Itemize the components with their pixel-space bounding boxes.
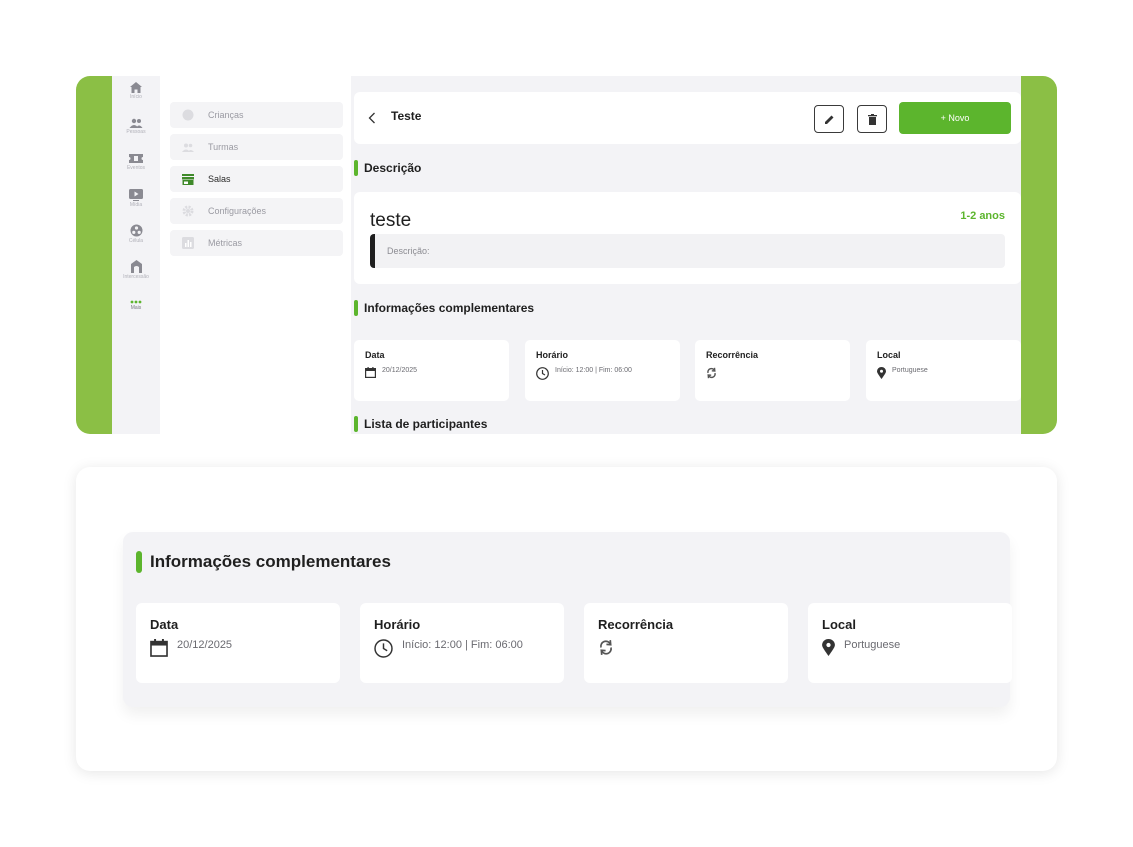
section-title-text: Lista de participantes — [364, 417, 488, 431]
edit-button[interactable] — [814, 105, 844, 133]
section-title-text: Informações complementares — [150, 552, 391, 571]
subnav-label: Métricas — [208, 238, 243, 248]
description-card: teste 1-2 anos Descrição: — [354, 192, 1021, 284]
rail-label: Eventos — [126, 165, 146, 171]
clock-icon — [536, 367, 549, 380]
zoom-card-time: Horário Início: 12:00 | Fim: 06:00 — [360, 603, 564, 683]
section-accent-bar — [136, 551, 142, 573]
rail-item-pessoas[interactable]: Pessoas — [112, 118, 160, 135]
info-card-label: Data — [365, 350, 385, 360]
trash-icon — [867, 113, 877, 125]
rail-item-inicio[interactable]: Início — [112, 82, 160, 100]
subnav-item-configuracoes[interactable]: Configurações — [170, 198, 343, 224]
info-card-value: Início: 12:00 | Fim: 06:00 — [402, 639, 523, 651]
section-title-text: Descrição — [364, 161, 422, 175]
chevron-left-icon[interactable] — [368, 111, 376, 129]
people-icon — [129, 118, 143, 128]
subnav-item-turmas[interactable]: Turmas — [170, 134, 343, 160]
subnav-item-salas[interactable]: Salas — [170, 166, 343, 192]
page-header: Teste + Novo — [354, 92, 1021, 144]
new-button[interactable]: + Novo — [899, 102, 1011, 134]
rail-label: Mais — [130, 305, 142, 311]
section-title-text: Informações complementares — [364, 301, 535, 315]
info-card-location: Local Portuguese — [866, 340, 1021, 401]
info-card-label: Recorrência — [706, 350, 759, 360]
icon-rail: Início Pessoas Eventos Mídia Célula Inte… — [112, 76, 160, 434]
cell-icon — [130, 224, 142, 237]
subnav-label: Salas — [208, 174, 231, 184]
child-icon — [182, 109, 194, 121]
zoom-panel: Informações complementares Data 20/12/20… — [123, 532, 1012, 707]
info-card-label: Horário — [374, 617, 421, 632]
location-pin-icon — [877, 367, 886, 379]
section-title-participants: Lista de participantes — [354, 416, 487, 432]
section-title-info: Informações complementares — [354, 300, 534, 316]
intercession-icon — [130, 260, 142, 273]
subnav-item-criancas[interactable]: Crianças — [170, 102, 343, 128]
delete-button[interactable] — [857, 105, 887, 133]
info-card-date: Data 20/12/2025 — [354, 340, 509, 401]
age-range: 1-2 anos — [960, 210, 1005, 222]
gear-icon — [182, 205, 194, 217]
calendar-icon — [150, 639, 168, 657]
description-placeholder: Descrição: — [387, 246, 430, 256]
group-icon — [182, 141, 194, 153]
rail-item-eventos[interactable]: Eventos — [112, 153, 160, 171]
more-icon — [130, 300, 142, 304]
section-accent-bar — [354, 416, 358, 432]
info-card-label: Recorrência — [598, 617, 674, 632]
sub-navigation: Crianças Turmas Salas Configurações Métr… — [160, 76, 351, 434]
rail-label: Início — [130, 94, 142, 100]
subnav-label: Crianças — [208, 110, 244, 120]
rail-label: Pessoas — [126, 129, 146, 135]
info-card-label: Data — [150, 617, 179, 632]
info-card-label: Horário — [536, 350, 569, 360]
store-icon — [182, 173, 194, 185]
clock-icon — [374, 639, 393, 658]
zoom-card-recurrence: Recorrência — [584, 603, 788, 683]
chart-icon — [182, 237, 194, 249]
info-card-time: Horário Início: 12:00 | Fim: 06:00 — [525, 340, 680, 401]
subnav-label: Configurações — [208, 206, 267, 216]
zoom-card-location: Local Portuguese — [808, 603, 1012, 683]
main-content: Teste + Novo Descrição teste 1-2 anos De… — [354, 76, 1021, 434]
calendar-icon — [365, 367, 376, 378]
location-pin-icon — [822, 639, 835, 656]
rail-item-mais[interactable]: Mais — [112, 300, 160, 311]
section-title-description: Descrição — [354, 160, 421, 176]
zoom-card-date: Data 20/12/2025 — [136, 603, 340, 683]
info-card-label: Local — [822, 617, 856, 632]
home-icon — [130, 82, 142, 93]
media-icon — [129, 189, 143, 201]
rail-item-celula[interactable]: Célula — [112, 224, 160, 244]
page-title: Teste — [391, 109, 422, 123]
app-window: Início Pessoas Eventos Mídia Célula Inte… — [112, 76, 1021, 434]
info-card-value: Início: 12:00 | Fim: 06:00 — [555, 367, 632, 374]
rail-label: Intercessão — [123, 274, 149, 280]
zoom-section-title: Informações complementares — [136, 551, 391, 573]
rail-item-midia[interactable]: Mídia — [112, 189, 160, 208]
repeat-icon — [600, 640, 612, 655]
info-card-value: Portuguese — [892, 367, 928, 374]
section-accent-bar — [354, 160, 358, 176]
rail-item-intercessao[interactable]: Intercessão — [112, 260, 160, 280]
rail-label: Célula — [128, 238, 144, 244]
subnav-label: Turmas — [208, 142, 239, 152]
repeat-icon — [707, 367, 716, 379]
pencil-icon — [824, 115, 833, 124]
section-accent-bar — [354, 300, 358, 316]
rail-label: Mídia — [129, 202, 143, 208]
ticket-icon — [129, 154, 143, 163]
info-card-recurrence: Recorrência — [695, 340, 850, 401]
subnav-item-metricas[interactable]: Métricas — [170, 230, 343, 256]
info-card-value: 20/12/2025 — [382, 367, 418, 374]
zoom-card: Informações complementares Data 20/12/20… — [76, 467, 1057, 771]
info-card-value: 20/12/2025 — [177, 639, 233, 651]
description-field[interactable]: Descrição: — [370, 234, 1005, 268]
room-name: teste — [370, 210, 412, 231]
app-screenshot-card: Início Pessoas Eventos Mídia Célula Inte… — [76, 76, 1057, 434]
info-card-label: Local — [877, 350, 901, 360]
info-card-value: Portuguese — [844, 639, 901, 651]
